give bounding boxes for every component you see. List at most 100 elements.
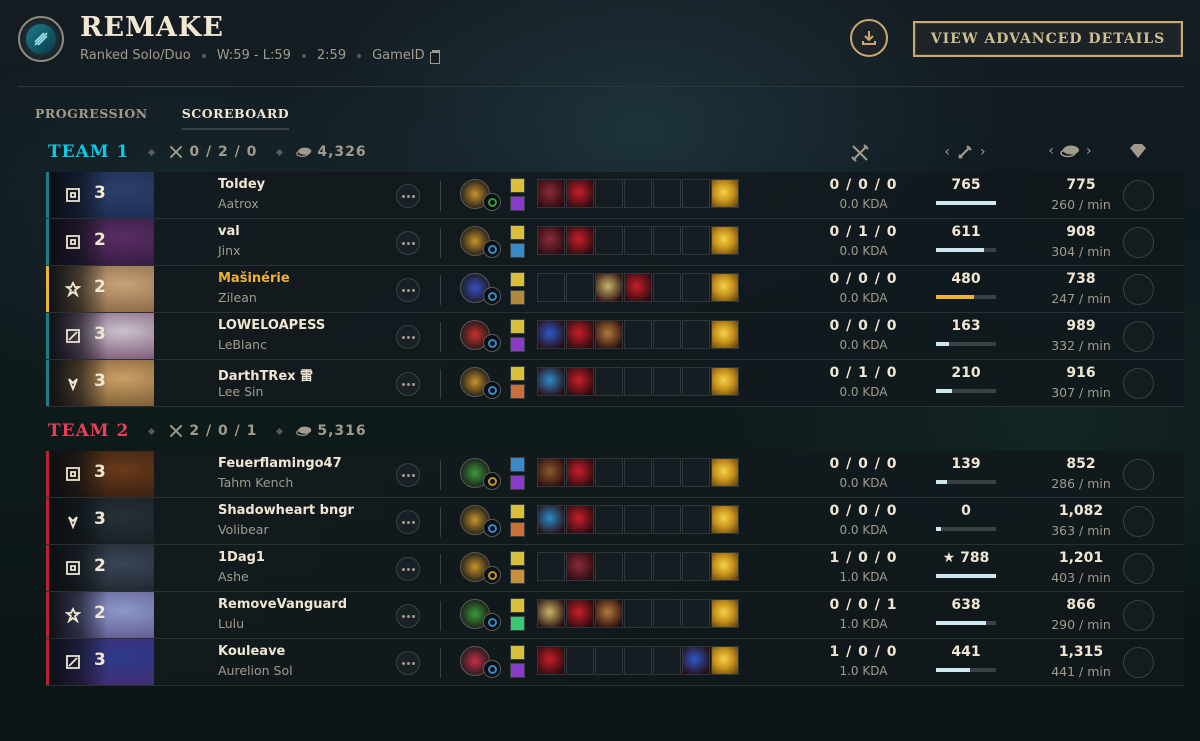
summoner-spell-icon[interactable]: [510, 337, 525, 352]
item-slot-icon[interactable]: [624, 273, 652, 302]
more-options-button[interactable]: [396, 557, 420, 581]
trinket-ward-icon[interactable]: [711, 505, 739, 534]
gold-column-header[interactable]: ‹ ›: [1040, 143, 1100, 159]
chevron-left-icon[interactable]: ‹: [944, 144, 950, 160]
item-slot-icon[interactable]: [595, 273, 623, 302]
summoner-spell-icon[interactable]: [510, 319, 525, 334]
player-row[interactable]: 3 Shadowheart bngr Volibear 0 / 0 / 0 0.…: [46, 498, 1184, 545]
champion-portrait[interactable]: 2: [50, 266, 154, 312]
item-slot-icon[interactable]: [566, 458, 594, 487]
item-slot-icon[interactable]: [595, 599, 623, 628]
item-slot-icon[interactable]: [537, 505, 565, 534]
champion-portrait[interactable]: 2: [50, 219, 154, 265]
summoner-spell-icon[interactable]: [510, 616, 525, 631]
secondary-rune-icon[interactable]: [483, 472, 501, 490]
honor-player-button[interactable]: [1123, 227, 1154, 258]
player-row[interactable]: 2 Mašinérie Zilean 0 / 0 / 0 0.0 KDA 480…: [46, 266, 1184, 313]
secondary-rune-icon[interactable]: [483, 613, 501, 631]
item-slot-icon[interactable]: [537, 367, 565, 396]
trinket-ward-icon[interactable]: [711, 458, 739, 487]
summoner-name[interactable]: Kouleave: [218, 644, 285, 659]
chevron-left-icon[interactable]: ‹: [1048, 143, 1054, 159]
champion-portrait[interactable]: 2: [50, 545, 154, 591]
summoner-spell-icon[interactable]: [510, 504, 525, 519]
copy-icon[interactable]: [429, 49, 440, 64]
summoner-name[interactable]: DarthTRex 雷: [218, 365, 313, 384]
chevron-right-icon[interactable]: ›: [980, 144, 986, 160]
honor-player-button[interactable]: [1123, 600, 1154, 631]
player-row[interactable]: 3 Kouleave Aurelion Sol 1 / 0 / 0 1.0 KD…: [46, 639, 1184, 686]
summoner-name[interactable]: LOWELOAPESS: [218, 318, 325, 333]
secondary-rune-icon[interactable]: [483, 519, 501, 537]
more-options-button[interactable]: [396, 325, 420, 349]
honor-player-button[interactable]: [1123, 553, 1154, 584]
champion-portrait[interactable]: 3: [50, 313, 154, 359]
summoner-spell-icon[interactable]: [510, 475, 525, 490]
player-row[interactable]: 3 DarthTRex 雷 Lee Sin 0 / 1 / 0 0.0 KDA …: [46, 360, 1184, 407]
item-slot-icon[interactable]: [537, 179, 565, 208]
summoner-spell-icon[interactable]: [510, 366, 525, 381]
secondary-rune-icon[interactable]: [483, 566, 501, 584]
honor-player-button[interactable]: [1123, 368, 1154, 399]
summoner-spell-icon[interactable]: [510, 598, 525, 613]
item-slot-icon[interactable]: [537, 226, 565, 255]
more-options-button[interactable]: [396, 231, 420, 255]
summoner-name[interactable]: Shadowheart bngr: [218, 503, 354, 518]
summoner-spell-icon[interactable]: [510, 272, 525, 287]
view-advanced-details-button[interactable]: VIEW ADVANCED DETAILS: [913, 21, 1183, 57]
summoner-name[interactable]: val: [218, 224, 240, 239]
secondary-rune-icon[interactable]: [483, 334, 501, 352]
summoner-name[interactable]: RemoveVanguard: [218, 597, 347, 612]
more-options-button[interactable]: [396, 372, 420, 396]
chevron-right-icon[interactable]: ›: [1086, 143, 1092, 159]
trinket-ward-icon[interactable]: [711, 320, 739, 349]
summoner-spell-icon[interactable]: [510, 243, 525, 258]
honor-player-button[interactable]: [1123, 647, 1154, 678]
summoner-spell-icon[interactable]: [510, 569, 525, 584]
cs-column-header[interactable]: ‹ ›: [935, 143, 995, 161]
item-slot-icon[interactable]: [566, 320, 594, 349]
player-row[interactable]: 2 RemoveVanguard Lulu 0 / 0 / 1 1.0 KDA …: [46, 592, 1184, 639]
secondary-rune-icon[interactable]: [483, 660, 501, 678]
more-options-button[interactable]: [396, 510, 420, 534]
trinket-ward-icon[interactable]: [711, 179, 739, 208]
trinket-ward-icon[interactable]: [711, 552, 739, 581]
summoner-spell-icon[interactable]: [510, 551, 525, 566]
summoner-spell-icon[interactable]: [510, 522, 525, 537]
more-options-button[interactable]: [396, 463, 420, 487]
summoner-spell-icon[interactable]: [510, 457, 525, 472]
honor-player-button[interactable]: [1123, 459, 1154, 490]
player-row[interactable]: 3 Feuerflamingo47 Tahm Kench 0 / 0 / 0 0…: [46, 451, 1184, 498]
summoner-spell-icon[interactable]: [510, 645, 525, 660]
summoner-spell-icon[interactable]: [510, 178, 525, 193]
summoner-name[interactable]: Mašinérie: [218, 271, 290, 286]
champion-portrait[interactable]: 3: [50, 451, 154, 497]
more-options-button[interactable]: [396, 278, 420, 302]
summoner-name[interactable]: 1Dag1: [218, 550, 265, 565]
item-slot-icon[interactable]: [566, 552, 594, 581]
item-slot-icon[interactable]: [566, 505, 594, 534]
more-options-button[interactable]: [396, 651, 420, 675]
player-row[interactable]: 3 Toldey Aatrox 0 / 0 / 0 0.0 KDA 765 77…: [46, 172, 1184, 219]
download-replay-button[interactable]: [850, 19, 888, 57]
item-slot-icon[interactable]: [682, 646, 710, 675]
item-slot-icon[interactable]: [566, 179, 594, 208]
honor-player-button[interactable]: [1123, 274, 1154, 305]
champion-portrait[interactable]: 3: [50, 639, 154, 685]
summoner-spell-icon[interactable]: [510, 663, 525, 678]
trinket-ward-icon[interactable]: [711, 226, 739, 255]
secondary-rune-icon[interactable]: [483, 193, 501, 211]
champion-portrait[interactable]: 2: [50, 592, 154, 638]
player-row[interactable]: 2 val Jinx 0 / 1 / 0 0.0 KDA 611 908 304…: [46, 219, 1184, 266]
item-slot-icon[interactable]: [537, 599, 565, 628]
honor-player-button[interactable]: [1123, 506, 1154, 537]
item-slot-icon[interactable]: [537, 458, 565, 487]
summoner-name[interactable]: Feuerflamingo47: [218, 456, 342, 471]
item-slot-icon[interactable]: [566, 599, 594, 628]
more-options-button[interactable]: [396, 604, 420, 628]
honor-player-button[interactable]: [1123, 180, 1154, 211]
item-slot-icon[interactable]: [566, 367, 594, 396]
secondary-rune-icon[interactable]: [483, 287, 501, 305]
champion-portrait[interactable]: 3: [50, 172, 154, 218]
trinket-ward-icon[interactable]: [711, 646, 739, 675]
